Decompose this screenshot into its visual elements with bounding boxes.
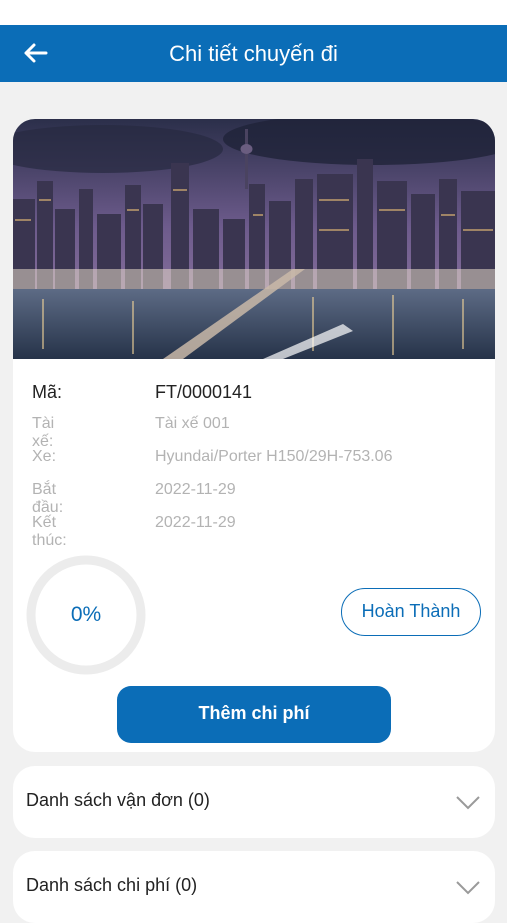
trip-detail-card: Mã: FT/0000141 Tài xế: Tài xế 001 Xe: Hy… xyxy=(13,119,495,752)
chevron-down-icon xyxy=(456,796,480,810)
app-header: Chi tiết chuyến đi xyxy=(0,25,507,82)
status-bar xyxy=(0,0,507,25)
waybill-list-section[interactable]: Danh sách vận đơn (0) xyxy=(13,766,495,838)
start-date-value: 2022-11-29 xyxy=(155,481,236,498)
cost-list-label: Danh sách chi phí (0) xyxy=(26,875,198,895)
progress-percent: 0% xyxy=(70,603,102,626)
vehicle-value: Hyundai/Porter H150/29H-753.06 xyxy=(155,448,393,465)
cost-list-section[interactable]: Danh sách chi phí (0) xyxy=(13,851,495,923)
trip-code-label: Mã: xyxy=(32,382,63,402)
waybill-list-label: Danh sách vận đơn (0) xyxy=(26,790,210,810)
complete-button[interactable]: Hoàn Thành xyxy=(341,588,481,636)
page-title: Chi tiết chuyến đi xyxy=(169,41,338,66)
driver-value: Tài xế 001 xyxy=(155,415,230,432)
start-date-label: Bắt đầu: xyxy=(32,481,64,516)
trip-code-value: FT/0000141 xyxy=(155,382,253,402)
city-harbor-image xyxy=(13,119,495,359)
chevron-down-icon xyxy=(456,881,480,895)
end-date-label: Kết thúc: xyxy=(32,514,67,549)
vehicle-label: Xe: xyxy=(32,448,57,465)
driver-label: Tài xế: xyxy=(32,415,55,450)
add-cost-button[interactable]: Thêm chi phí xyxy=(117,686,391,743)
end-date-value: 2022-11-29 xyxy=(155,514,236,531)
